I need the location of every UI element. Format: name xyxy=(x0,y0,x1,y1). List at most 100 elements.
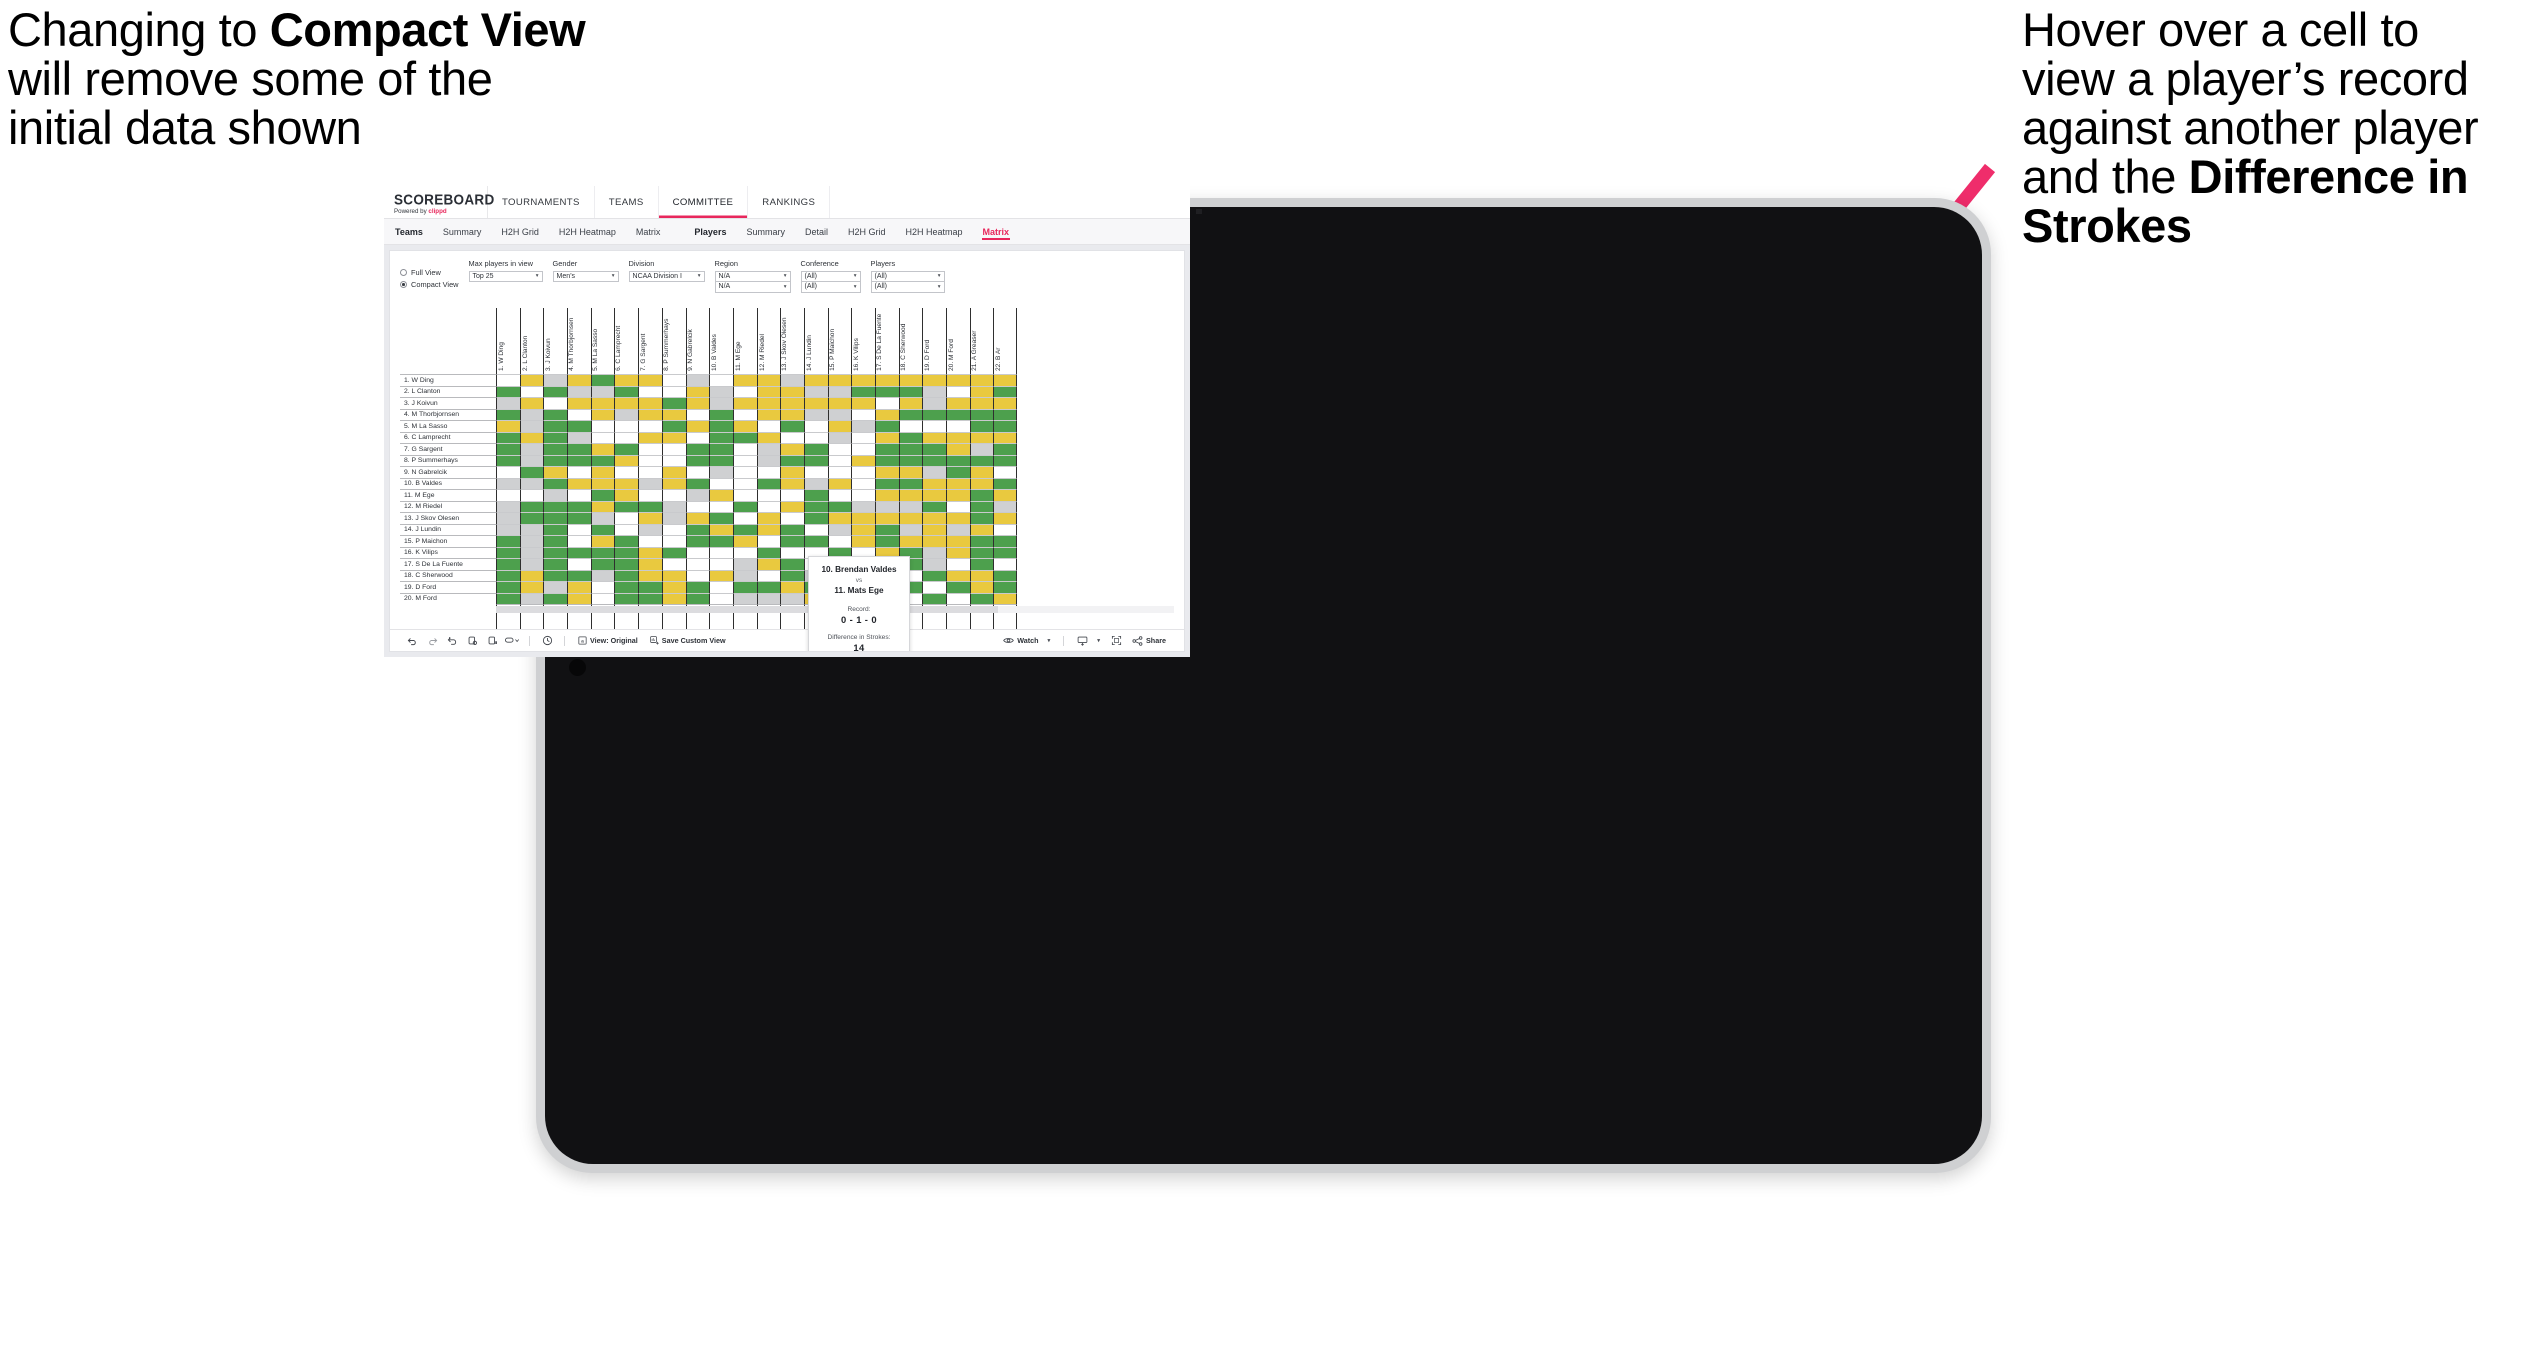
matrix-cell[interactable] xyxy=(638,558,662,570)
matrix-cell[interactable] xyxy=(780,512,804,524)
matrix-cell[interactable] xyxy=(661,374,686,386)
matrix-cell[interactable] xyxy=(543,535,568,547)
matrix-row-header[interactable]: 10. B Valdes xyxy=(400,477,496,489)
matrix-cell[interactable] xyxy=(993,523,1018,535)
matrix-col-header[interactable]: 12. M Riedel xyxy=(756,308,781,374)
matrix-cell[interactable] xyxy=(496,500,520,512)
matrix-cell[interactable] xyxy=(851,397,875,409)
matrix-cell[interactable] xyxy=(969,592,994,604)
matrix-cell[interactable] xyxy=(946,408,970,420)
select-conference-2[interactable]: (All) ▾ xyxy=(800,281,861,293)
matrix-cell[interactable] xyxy=(638,489,662,501)
matrix-cell[interactable] xyxy=(946,558,970,570)
matrix-cell[interactable] xyxy=(661,558,686,570)
matrix-cell[interactable] xyxy=(803,477,828,489)
matrix-cell[interactable] xyxy=(875,454,899,466)
matrix-cell[interactable] xyxy=(709,454,733,466)
matrix-cell[interactable] xyxy=(709,477,733,489)
share-button[interactable]: Share xyxy=(1132,635,1166,646)
matrix-cell[interactable] xyxy=(827,385,852,397)
matrix-cell[interactable] xyxy=(898,374,923,386)
matrix-cell[interactable] xyxy=(756,535,781,547)
matrix-cell[interactable] xyxy=(827,420,852,432)
matrix-cell[interactable] xyxy=(756,385,781,397)
matrix-cell[interactable] xyxy=(875,523,899,535)
matrix-cell[interactable] xyxy=(567,489,591,501)
matrix-cell[interactable] xyxy=(519,489,544,501)
matrix-cell[interactable] xyxy=(614,408,639,420)
matrix-cell[interactable] xyxy=(780,408,804,420)
matrix-cell[interactable] xyxy=(685,420,710,432)
matrix-cell[interactable] xyxy=(827,512,852,524)
matrix-cell[interactable] xyxy=(780,477,804,489)
matrix-cell[interactable] xyxy=(519,408,544,420)
matrix-cell[interactable] xyxy=(875,431,899,443)
matrix-cell[interactable] xyxy=(567,454,591,466)
matrix-row-header[interactable]: 4. M Thorbjornsen xyxy=(400,408,496,420)
matrix-cell[interactable] xyxy=(803,535,828,547)
matrix-cell[interactable] xyxy=(922,558,947,570)
matrix-cell[interactable] xyxy=(590,397,615,409)
matrix-cell[interactable] xyxy=(496,523,520,535)
matrix-cell[interactable] xyxy=(519,454,544,466)
matrix-cell[interactable] xyxy=(543,466,568,478)
matrix-cell[interactable] xyxy=(756,569,781,581)
radio-full-view[interactable]: Full View xyxy=(400,268,459,277)
matrix-cell[interactable] xyxy=(780,489,804,501)
matrix-cell[interactable] xyxy=(685,558,710,570)
matrix-cell[interactable] xyxy=(803,454,828,466)
matrix-cell[interactable] xyxy=(590,466,615,478)
matrix-row-header[interactable]: 9. N Gabrelcik xyxy=(400,466,496,478)
matrix-cell[interactable] xyxy=(614,546,639,558)
matrix-cell[interactable] xyxy=(709,512,733,524)
matrix-cell[interactable] xyxy=(898,466,923,478)
matrix-cell[interactable] xyxy=(567,431,591,443)
matrix-cell[interactable] xyxy=(969,569,994,581)
matrix-cell[interactable] xyxy=(898,385,923,397)
fullscreen-icon[interactable] xyxy=(1106,632,1126,650)
matrix-cell[interactable] xyxy=(922,420,947,432)
matrix-cell[interactable] xyxy=(661,477,686,489)
matrix-cell[interactable] xyxy=(590,558,615,570)
matrix-cell[interactable] xyxy=(496,431,520,443)
matrix-cell[interactable] xyxy=(898,523,923,535)
matrix-cell[interactable] xyxy=(851,523,875,535)
matrix-cell[interactable] xyxy=(827,408,852,420)
matrix-cell[interactable] xyxy=(898,535,923,547)
matrix-cell[interactable] xyxy=(709,443,733,455)
matrix-cell[interactable] xyxy=(614,443,639,455)
matrix-cell[interactable] xyxy=(946,546,970,558)
matrix-cell[interactable] xyxy=(780,558,804,570)
matrix-cell[interactable] xyxy=(685,535,710,547)
matrix-cell[interactable] xyxy=(851,512,875,524)
matrix-cell[interactable] xyxy=(614,454,639,466)
refresh-icon[interactable] xyxy=(482,632,502,650)
matrix-cell[interactable] xyxy=(732,592,757,604)
matrix-cell[interactable] xyxy=(543,397,568,409)
matrix-cell[interactable] xyxy=(875,420,899,432)
matrix-cell[interactable] xyxy=(756,523,781,535)
matrix-cell[interactable] xyxy=(898,512,923,524)
tab-h2h-grid-tabs-teams[interactable]: H2H Grid xyxy=(500,224,540,240)
matrix-cell[interactable] xyxy=(661,592,686,604)
matrix-cell[interactable] xyxy=(969,581,994,593)
matrix-cell[interactable] xyxy=(851,420,875,432)
matrix-cell[interactable] xyxy=(519,546,544,558)
matrix-cell[interactable] xyxy=(709,558,733,570)
matrix-cell[interactable] xyxy=(827,374,852,386)
matrix-cell[interactable] xyxy=(567,535,591,547)
matrix-cell[interactable] xyxy=(519,569,544,581)
matrix-cell[interactable] xyxy=(993,466,1018,478)
matrix-cell[interactable] xyxy=(709,500,733,512)
view-original-button[interactable]: a View: Original xyxy=(578,636,638,645)
matrix-cell[interactable] xyxy=(638,500,662,512)
matrix-cell[interactable] xyxy=(803,374,828,386)
matrix-cell[interactable] xyxy=(898,408,923,420)
matrix-cell[interactable] xyxy=(638,535,662,547)
matrix-row-header[interactable]: 5. M La Sasso xyxy=(400,420,496,432)
matrix-cell[interactable] xyxy=(614,397,639,409)
matrix-cell[interactable] xyxy=(780,500,804,512)
matrix-cell[interactable] xyxy=(898,420,923,432)
matrix-cell[interactable] xyxy=(685,523,710,535)
matrix-cell[interactable] xyxy=(993,408,1018,420)
